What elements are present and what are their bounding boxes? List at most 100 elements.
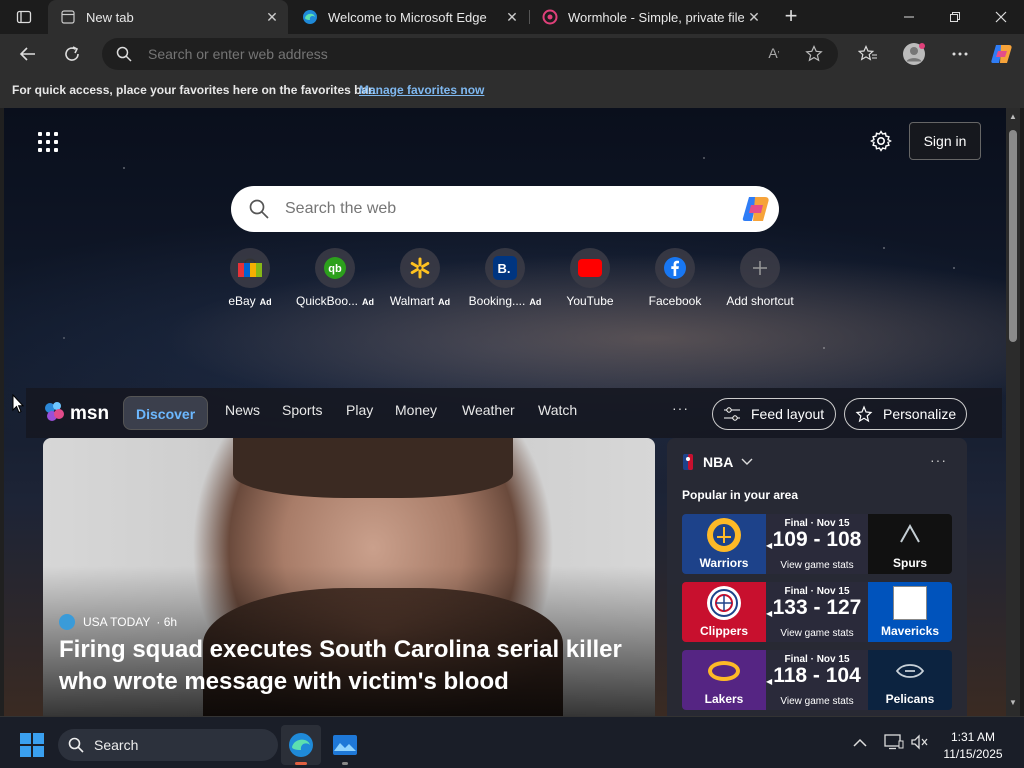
add-shortcut-button[interactable]: Add shortcut xyxy=(718,248,802,308)
show-hidden-icons-chevron-up-icon[interactable] xyxy=(853,735,867,751)
address-input[interactable] xyxy=(148,38,748,70)
hero-headline[interactable]: Firing squad executes South Carolina ser… xyxy=(59,634,649,698)
close-tab-icon[interactable]: ✕ xyxy=(746,9,762,25)
page-scrollbar[interactable]: ▲ ▼ xyxy=(1006,108,1020,716)
more-tabs-button[interactable]: ··· xyxy=(672,400,689,416)
game-card[interactable]: Clippers Final · Nov 15 ◀ 133 - 127 View… xyxy=(682,582,952,642)
taskbar-edge-app[interactable] xyxy=(281,725,321,765)
new-tab-button[interactable]: + xyxy=(778,4,804,30)
sign-in-button[interactable]: Sign in xyxy=(909,122,981,160)
tab-title: Wormhole - Simple, private file sh xyxy=(568,9,744,25)
chevron-down-icon xyxy=(741,458,753,465)
tab-actions-button[interactable] xyxy=(10,6,38,28)
scroll-up-arrow-icon[interactable]: ▲ xyxy=(1008,112,1018,122)
add-favorite-icon[interactable] xyxy=(804,45,824,63)
profile-button[interactable] xyxy=(900,40,928,68)
view-game-stats-link[interactable]: View game stats xyxy=(766,560,868,571)
nba-header[interactable]: NBA xyxy=(683,454,753,470)
refresh-button[interactable] xyxy=(58,40,86,68)
web-search-input[interactable] xyxy=(285,186,705,232)
copilot-button[interactable] xyxy=(988,40,1016,68)
tab-watch[interactable]: Watch xyxy=(538,402,577,418)
tab-wormhole[interactable]: Wormhole - Simple, private file sh ✕ xyxy=(530,0,770,34)
favorites-button[interactable] xyxy=(854,40,882,68)
close-window-button[interactable] xyxy=(978,0,1024,34)
svg-text:qb: qb xyxy=(328,263,342,275)
restore-button[interactable] xyxy=(932,0,978,34)
profile-avatar-icon xyxy=(903,43,925,65)
shortcut-label: Facebook xyxy=(648,294,702,308)
game-card[interactable]: Warriors Final · Nov 15 ◀ 109 - 108 View… xyxy=(682,514,952,574)
ad-badge: Ad xyxy=(362,297,375,307)
more-options-button[interactable] xyxy=(946,40,974,68)
start-button-windows-icon[interactable] xyxy=(20,733,44,757)
walmart-icon xyxy=(400,248,440,288)
game-score: 133 - 127 xyxy=(772,596,862,619)
lakers-logo-icon xyxy=(707,654,741,688)
mouse-cursor-icon xyxy=(12,393,25,419)
shortcut-ebay[interactable]: eBay Ad xyxy=(208,248,292,308)
view-game-stats-link[interactable]: View game stats xyxy=(766,696,868,707)
news-source: USA TODAY · 6h xyxy=(59,614,177,630)
copilot-icon[interactable] xyxy=(741,195,771,223)
edge-icon xyxy=(302,9,318,25)
tab-news[interactable]: News xyxy=(225,402,260,418)
msn-logo-text: msn xyxy=(70,403,109,424)
edge-icon xyxy=(289,733,313,757)
scrollbar-thumb[interactable] xyxy=(1009,130,1017,342)
feed-layout-button[interactable]: Feed layout xyxy=(712,398,836,430)
tab-play[interactable]: Play xyxy=(346,402,373,418)
team-name: Spurs xyxy=(892,556,927,570)
shortcut-label: Add shortcut xyxy=(726,294,794,308)
read-aloud-icon[interactable]: Aʼ xyxy=(764,45,784,63)
shortcut-youtube[interactable]: YouTube xyxy=(548,248,632,308)
address-bar[interactable]: Aʼ xyxy=(102,38,838,70)
clock-date: 11/15/2025 xyxy=(943,747,1003,761)
photos-icon xyxy=(333,735,357,755)
youtube-icon xyxy=(570,248,610,288)
tab-new-tab[interactable]: New tab ✕ xyxy=(48,0,288,34)
close-tab-icon[interactable]: ✕ xyxy=(504,9,520,25)
volume-muted-icon[interactable] xyxy=(910,734,928,753)
shortcut-quickbooks[interactable]: qb QuickBoo... Ad xyxy=(293,248,377,308)
wormhole-icon xyxy=(542,9,558,25)
tab-money[interactable]: Money xyxy=(395,402,437,418)
favorites-bar: For quick access, place your favorites h… xyxy=(0,74,1024,108)
back-button[interactable] xyxy=(14,40,42,68)
system-clock[interactable]: 1:31 AM 11/15/2025 xyxy=(930,729,1016,763)
msn-logo[interactable]: msn xyxy=(44,401,114,425)
shortcut-facebook[interactable]: Facebook xyxy=(633,248,717,308)
web-search-box[interactable] xyxy=(231,186,779,232)
new-tab-icon xyxy=(60,9,76,25)
display-icon[interactable] xyxy=(884,734,904,753)
shortcut-label: Booking.... xyxy=(468,294,526,308)
close-tab-icon[interactable]: ✕ xyxy=(264,9,280,25)
tab-weather[interactable]: Weather xyxy=(462,402,515,418)
manage-favorites-link[interactable]: Manage favorites now xyxy=(359,83,484,97)
tab-discover[interactable]: Discover xyxy=(123,396,209,430)
clock-time: 1:31 AM xyxy=(950,730,996,744)
taskbar: Search 1:31 AM 11/15/2025 xyxy=(0,716,1024,768)
team-name: Clippers xyxy=(699,624,748,638)
apps-launcher-icon[interactable] xyxy=(38,132,58,152)
view-game-stats-link[interactable]: View game stats xyxy=(766,628,868,639)
game-card[interactable]: Lakers Final · Nov 15 ◀ 118 - 104 View g… xyxy=(682,650,952,710)
tab-welcome-edge[interactable]: Welcome to Microsoft Edge ✕ xyxy=(290,0,528,34)
settings-gear-icon[interactable] xyxy=(870,130,892,152)
scroll-down-arrow-icon[interactable]: ▼ xyxy=(1008,698,1018,708)
nba-more-options-button[interactable]: ··· xyxy=(930,452,947,468)
hero-news-card[interactable]: USA TODAY · 6h Firing squad executes Sou… xyxy=(43,438,655,716)
personalize-button[interactable]: Personalize xyxy=(844,398,967,430)
back-arrow-icon xyxy=(19,47,35,61)
pelicans-logo-icon xyxy=(893,654,927,688)
shortcut-walmart[interactable]: Walmart Ad xyxy=(378,248,462,308)
shortcut-booking[interactable]: B. Booking.... Ad xyxy=(463,248,547,308)
home-team: Clippers xyxy=(682,582,766,642)
taskbar-photos-app[interactable] xyxy=(325,725,365,765)
taskbar-search-box[interactable]: Search xyxy=(58,729,278,761)
tab-sports[interactable]: Sports xyxy=(282,402,322,418)
sliders-icon xyxy=(723,406,741,422)
nba-title: NBA xyxy=(703,454,734,470)
shortcut-label: eBay xyxy=(228,294,256,308)
minimize-button[interactable] xyxy=(886,0,932,34)
